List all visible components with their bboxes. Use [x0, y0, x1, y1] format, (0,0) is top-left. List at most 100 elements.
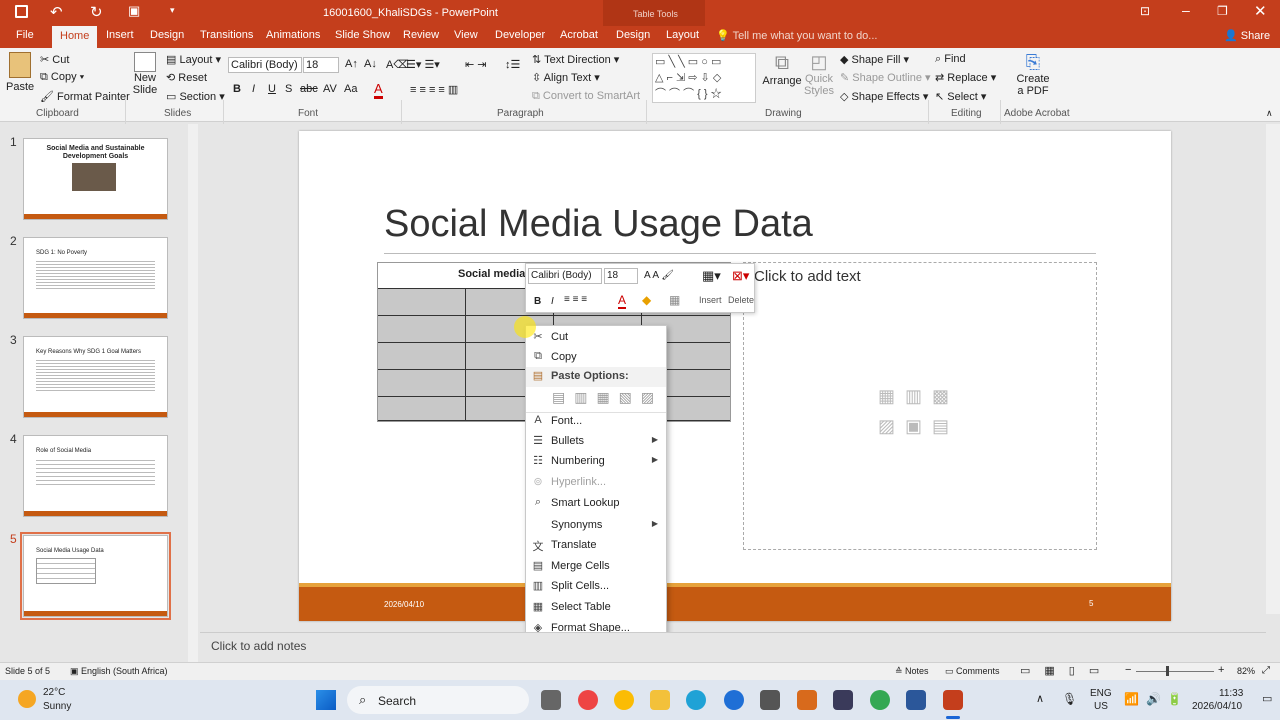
create-pdf-button[interactable]: ⎘ Create a PDF [1010, 52, 1056, 108]
mini-font-name[interactable]: Calibri (Body) [528, 268, 602, 284]
word-icon[interactable] [906, 690, 926, 710]
undo-icon[interactable]: ↶ [50, 3, 63, 21]
shape-fill-button[interactable]: ◆ Shape Fill ▾ [840, 53, 909, 66]
tab-slide-show[interactable]: Slide Show [335, 29, 390, 41]
find-button[interactable]: ⌕ Find [935, 53, 966, 66]
mini-grow-font-icon[interactable]: A A 🖌 [644, 270, 674, 281]
tab-table-layout[interactable]: Layout [666, 29, 699, 41]
shrink-font-icon[interactable]: A↓ [364, 58, 377, 70]
menu-item-merge-cells[interactable]: ▤ Merge Cells [526, 557, 666, 577]
mini-borders-icon[interactable]: ▦ [669, 293, 680, 307]
ribbon-display-icon[interactable]: ⊡ [1140, 4, 1150, 18]
font-color-icon[interactable]: A [374, 81, 383, 99]
edge-icon[interactable] [686, 690, 706, 710]
save-icon[interactable] [15, 5, 28, 18]
tab-view[interactable]: View [454, 29, 478, 41]
app-icon[interactable] [724, 690, 744, 710]
menu-item-numbering[interactable]: ☷ Numbering ▶ [526, 452, 666, 472]
tab-transitions[interactable]: Transitions [200, 29, 253, 41]
tab-design[interactable]: Design [150, 29, 184, 41]
cut-button[interactable]: ✂ Cut [40, 53, 69, 66]
shape-effects-button[interactable]: ◇ Shape Effects ▾ [840, 90, 928, 103]
menu-item-font[interactable]: A Font... [526, 412, 666, 432]
slide-thumbnail-4[interactable]: Role of Social Media [23, 435, 168, 517]
close-button[interactable]: ✕ [1254, 2, 1267, 20]
font-size-box[interactable]: 18 [303, 57, 339, 73]
tab-developer[interactable]: Developer [495, 29, 545, 41]
language-status[interactable]: ▣ English (South Africa) [70, 666, 168, 677]
menu-item-bullets[interactable]: ☰ Bullets ▶ [526, 432, 666, 452]
app-icon-3[interactable] [797, 690, 817, 710]
notification-icon[interactable]: ▭ [1262, 692, 1272, 705]
menu-item-copy[interactable]: ⧉ Copy [526, 348, 666, 368]
zoom-in-icon[interactable]: + [1218, 664, 1224, 676]
minimize-button[interactable]: – [1182, 2, 1190, 18]
align-text-button[interactable]: ⇳ Align Text ▾ [532, 71, 600, 84]
select-button[interactable]: ↖ Select ▾ [935, 90, 986, 103]
slide-title[interactable]: Social Media Usage Data [384, 203, 813, 246]
app-icon-4[interactable] [833, 690, 853, 710]
mini-italic-icon[interactable]: I [551, 296, 554, 307]
share-button[interactable]: 👤 Share [1224, 29, 1270, 42]
slide-thumbnail-2[interactable]: SDG 1: No Poverty [23, 237, 168, 319]
tab-file[interactable]: File [16, 29, 34, 41]
layout-button[interactable]: ▤ Layout ▾ [166, 53, 221, 66]
tray-chevron-icon[interactable]: ∧ [1036, 692, 1044, 705]
zoom-slider[interactable] [1136, 666, 1214, 676]
menu-item-split-cells[interactable]: ▥ Split Cells... [526, 577, 666, 597]
indent-icon[interactable]: ⇤ ⇥ [465, 58, 487, 71]
menu-item-hyperlink[interactable]: ⊚ Hyperlink... [526, 473, 666, 493]
customize-qat-icon[interactable]: ▾ [170, 5, 175, 16]
tab-home[interactable]: Home [52, 26, 98, 48]
zoom-level[interactable]: 82% [1237, 666, 1255, 676]
chrome-icon[interactable] [578, 690, 598, 710]
font-name-box[interactable]: Calibri (Body) [228, 57, 302, 73]
task-view-icon[interactable] [541, 690, 561, 710]
collapse-ribbon-icon[interactable]: ∧ [1266, 108, 1273, 119]
menu-item-smart-lookup[interactable]: ⌕ Smart Lookup [526, 494, 666, 514]
tab-table-design[interactable]: Design [616, 29, 650, 41]
mini-table-icon[interactable]: ▦▾ [702, 268, 721, 284]
tab-acrobat[interactable]: Acrobat [560, 29, 598, 41]
thumbnail-scrollbar[interactable] [188, 124, 198, 662]
convert-smartart-button[interactable]: ⧉ Convert to SmartArt [532, 90, 640, 103]
grow-font-icon[interactable]: A↑ [345, 58, 358, 70]
underline-icon[interactable]: U [268, 83, 276, 95]
redo-icon[interactable]: ↻ [90, 3, 103, 21]
comments-button[interactable]: ▭ Comments [945, 666, 1000, 677]
quick-styles-button[interactable]: ◰ Quick Styles [804, 52, 834, 110]
clock-time[interactable]: 11:33 [1219, 688, 1243, 699]
mini-delete-button[interactable]: Delete [728, 295, 754, 305]
vertical-scrollbar[interactable] [1266, 124, 1280, 614]
file-explorer-icon[interactable] [650, 690, 670, 710]
fit-slide-icon[interactable]: ⤢ [1262, 665, 1270, 676]
microphone-icon[interactable]: 🎙 [1062, 692, 1077, 706]
view-buttons[interactable]: ▭▦▯▭ [1020, 664, 1113, 677]
bullets-icon[interactable]: ☰▾ ☰▾ [406, 58, 440, 71]
slide-thumbnail-3[interactable]: Key Reasons Why SDG 1 Goal Matters [23, 336, 168, 418]
presenter-icon[interactable]: ▣ [128, 3, 140, 19]
format-painter-button[interactable]: 🖌 Format Painter [40, 90, 130, 103]
section-button[interactable]: ▭ Section ▾ [166, 90, 225, 103]
clock-date[interactable]: 2026/04/10 [1192, 701, 1242, 712]
notes-button[interactable]: ≙ Notes [895, 666, 929, 677]
new-slide-button[interactable]: New Slide [130, 52, 160, 106]
menu-item-synonyms[interactable]: Synonyms ▶ [526, 516, 666, 536]
shapes-gallery[interactable]: ▭ ╲ ╲ ▭ ○ ▭ △ ⌐ ⇲ ⇨ ⇩ ◇ ⌒ ⌒ ⌒ { } ☆ [652, 53, 756, 103]
zoom-out-icon[interactable]: − [1125, 664, 1131, 676]
mini-bold-icon[interactable]: B [534, 296, 541, 307]
slide-thumbnail-5[interactable]: Social Media Usage Data [20, 532, 171, 620]
menu-item-cut[interactable]: ✂ Cut [526, 328, 666, 348]
copy-button[interactable]: ⧉ Copy ▾ [40, 71, 84, 84]
spacing-icon[interactable]: AV [323, 83, 337, 95]
mini-insert-button[interactable]: Insert [699, 295, 722, 305]
reset-button[interactable]: ⟲ Reset [166, 71, 207, 84]
slide-thumbnail-1[interactable]: Social Media and Sustainable Development… [23, 138, 168, 220]
mini-align-icons[interactable]: ≡ ≡ ≡ [564, 294, 587, 305]
start-button[interactable] [316, 690, 336, 710]
chrome-icon-2[interactable] [614, 690, 634, 710]
volume-icon[interactable]: 🔊 [1146, 692, 1161, 706]
replace-button[interactable]: ⇄ Replace ▾ [935, 71, 996, 84]
notes-pane[interactable]: Click to add notes [200, 632, 1266, 662]
bold-icon[interactable]: B [233, 83, 241, 95]
